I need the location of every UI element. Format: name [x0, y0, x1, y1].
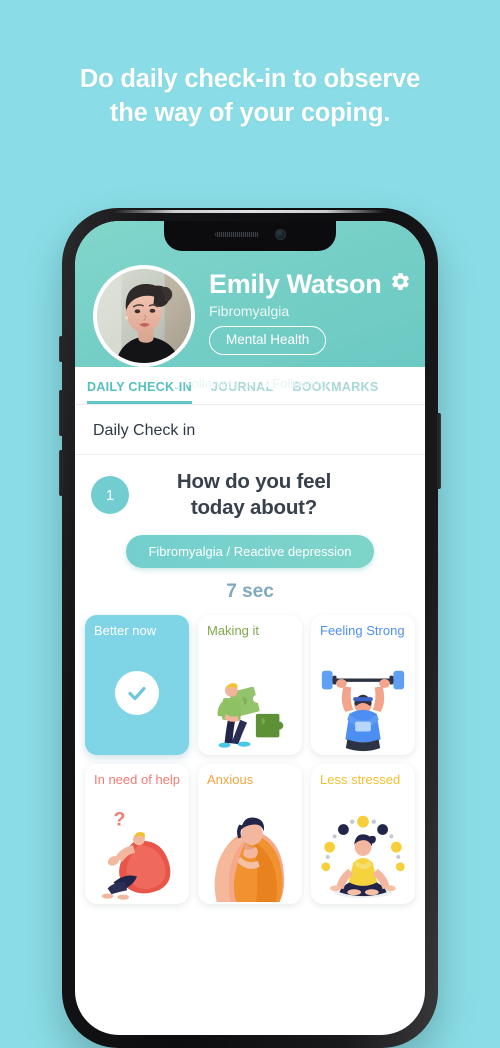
followers-label: Followers [183, 376, 240, 391]
phone-mute-switch[interactable] [59, 336, 63, 362]
promo-headline-line-1: Do daily check-in to observe [79, 65, 421, 93]
question-row: 1 How do you feel today about? [91, 469, 409, 521]
earpiece-speaker-icon [214, 231, 259, 237]
mood-option-feeling-strong[interactable]: Feeling Strong [311, 615, 415, 755]
phone-screen: Emily Watson Fibromyalgia Mental Health … [75, 221, 425, 1035]
profile-stats: 0 Followers • 5 Following [75, 376, 425, 391]
phone-power-button[interactable] [437, 413, 441, 489]
followers-count: 0 [172, 376, 181, 391]
mood-option-label: In need of help [94, 772, 181, 787]
user-condition: Fibromyalgia [209, 303, 290, 319]
topic-pill[interactable]: Fibromyalgia / Reactive depression [126, 535, 374, 568]
phone-volume-down-button[interactable] [59, 450, 63, 496]
question-text-line-1: How do you feel [176, 470, 332, 493]
promo-headline-line-2: the way of your coping. [109, 99, 391, 127]
settings-button[interactable] [390, 265, 411, 292]
mood-option-better-now[interactable]: Better now [85, 615, 189, 755]
person-question-illustration: ? [85, 806, 189, 904]
mood-option-less-stressed[interactable]: Less stressed [311, 764, 415, 904]
mood-option-label: Feeling Strong [320, 623, 405, 638]
mood-option-in-need-of-help[interactable]: In need of help ? [85, 764, 189, 904]
stats-separator: • [248, 376, 253, 391]
mood-option-label: Making it [207, 623, 260, 638]
check-circle-icon [115, 671, 159, 716]
mood-option-anxious[interactable]: Anxious [198, 764, 302, 904]
following-label: Following [272, 376, 328, 391]
countdown-timer: 7 sec [226, 581, 274, 602]
question-text-line-2: today about? [190, 496, 318, 519]
svg-text:?: ? [113, 809, 125, 831]
gear-icon [390, 271, 411, 292]
profile-header-row: Emily Watson Fibromyalgia Mental Health [75, 265, 425, 367]
mood-option-label: Anxious [207, 772, 254, 787]
mood-option-label: Less stressed [320, 772, 401, 787]
following-count: 5 [261, 376, 269, 391]
mood-options-grid: Better now Making it Feeling Strong In n… [75, 603, 425, 914]
phone-notch [164, 221, 336, 251]
meditation-illustration [311, 806, 415, 904]
front-camera-icon [274, 228, 286, 240]
section-title: Daily Check in [75, 404, 425, 455]
avatar[interactable] [93, 265, 195, 367]
promo-headline: Do daily check-in to observe the way of … [0, 62, 500, 130]
question-number-badge: 1 [91, 476, 129, 514]
person-thinking-illustration [198, 806, 302, 904]
mood-option-label: Better now [94, 623, 157, 638]
phone-volume-up-button[interactable] [59, 390, 63, 436]
phone-device-frame: Emily Watson Fibromyalgia Mental Health … [59, 208, 441, 1048]
mood-option-making-it[interactable]: Making it [198, 615, 302, 755]
question-text: How do you feel today about? [129, 469, 409, 521]
weightlifter-illustration [311, 657, 415, 755]
puzzle-person-illustration [198, 657, 302, 755]
user-name: Emily Watson [209, 269, 382, 299]
question-block: 1 How do you feel today about? Fibromyal… [75, 455, 425, 603]
profile-identity: Emily Watson Fibromyalgia Mental Health [195, 265, 390, 355]
profile-tag-pill[interactable]: Mental Health [209, 326, 327, 355]
